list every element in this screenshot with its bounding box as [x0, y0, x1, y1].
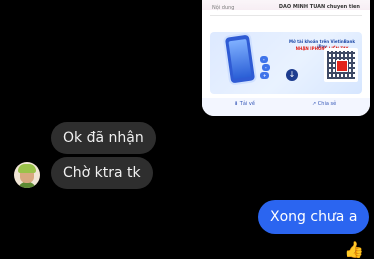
message-bubble-incoming[interactable]: Chờ ktra tk	[51, 157, 153, 189]
receipt-content-value: DAO MINH TUAN chuyen tien	[278, 4, 360, 10]
receipt-content-label: Nội dung	[212, 5, 235, 11]
qr-code	[324, 48, 358, 82]
download-label: Tải về	[239, 101, 255, 107]
phone-illustration	[224, 34, 256, 84]
receipt-divider	[210, 15, 362, 16]
promo-tag: -	[262, 64, 270, 71]
image-action-bar: ⬇ Tải về ↗ Chia sẻ	[202, 98, 370, 116]
promo-tag: +	[260, 72, 270, 79]
shared-image-message[interactable]: Nội dung DAO MINH TUAN chuyen tien - - +…	[202, 0, 370, 116]
arrow-down-icon: ↓	[286, 69, 298, 81]
receipt-content-row: Nội dung DAO MINH TUAN chuyen tien	[202, 0, 370, 11]
avatar[interactable]	[14, 162, 40, 188]
message-bubble-incoming[interactable]: Ok đã nhận	[51, 122, 156, 154]
promo-tag: -	[260, 56, 268, 63]
message-bubble-outgoing[interactable]: Xong chưa a	[258, 200, 370, 234]
share-label: Chia sẻ	[317, 101, 337, 107]
thumbs-up-icon[interactable]: 👍	[344, 241, 364, 259]
download-button[interactable]: ⬇ Tải về	[234, 101, 255, 107]
promo-banner: - - + ↓ Mở tài khoản trên VietinBank iPa…	[210, 32, 362, 94]
share-button[interactable]: ↗ Chia sẻ	[312, 101, 336, 107]
